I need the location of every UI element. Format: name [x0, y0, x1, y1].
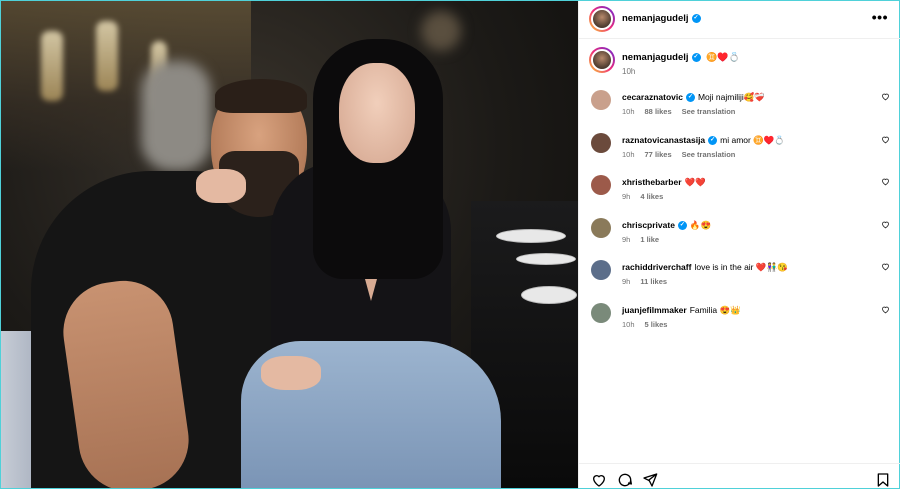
comment-line: raznatovicanastasija ✓ mi amor ♊️♥️💍 — [622, 135, 785, 146]
comment-row: rachiddriverchaff love is in the air ❤️👫😘… — [579, 258, 900, 300]
comment-line: cecaraznatovic ✓ Moji najmiliji🥰❤️‍🩹 — [622, 92, 765, 103]
caption-avatar[interactable] — [589, 47, 615, 73]
caption-username[interactable]: nemanjagudelj — [622, 52, 689, 63]
comment-meta: 9h 11 likes — [622, 277, 677, 286]
comment-line: chriscprivate ✓ 🔥😍 — [622, 220, 711, 231]
comment-text: ❤️❤️ — [684, 177, 706, 188]
bokeh-light — [96, 21, 118, 91]
comment-likes-link[interactable]: 5 likes — [645, 320, 668, 329]
commenter-username[interactable]: chriscprivate — [622, 220, 675, 230]
plate — [496, 229, 566, 243]
commenter-avatar[interactable] — [591, 217, 611, 238]
commenter-username[interactable]: xhristhebarber — [622, 177, 682, 187]
commenter-avatar[interactable] — [591, 260, 611, 281]
comment-row: cecaraznatovic ✓ Moji najmiliji🥰❤️‍🩹 10h 88 … — [579, 88, 900, 130]
commenter-username[interactable]: juanjefilmmaker — [622, 305, 687, 315]
comment-like-heart-icon[interactable] — [881, 262, 890, 271]
background-person — [141, 61, 211, 171]
comment-like-heart-icon[interactable] — [881, 220, 890, 229]
commenter-username[interactable]: raznatovicanastasija — [622, 135, 705, 145]
comment-likes-link[interactable]: 77 likes — [645, 150, 672, 159]
comment-time: 9h — [622, 277, 631, 287]
comment-time: 10h — [622, 107, 635, 116]
comment-likes-link[interactable]: 11 likes — [640, 277, 667, 286]
comment-row: juanjefilmmaker Familia 😍👑 10h 5 likes — [579, 301, 900, 343]
verified-badge-icon: ✓ — [677, 221, 687, 231]
action-bar — [579, 463, 900, 488]
author-username[interactable]: nemanjagudelj ✓ — [622, 13, 701, 24]
caption-text: ♊️♥️💍 — [706, 52, 740, 62]
verified-badge-icon: ✓ — [708, 135, 718, 145]
comment-meta: 10h 5 likes — [622, 320, 677, 329]
comment-like-heart-icon[interactable] — [881, 177, 890, 186]
comment-like-heart-icon[interactable] — [881, 92, 890, 101]
comment-text: love is in the air ❤️👫😘 — [694, 262, 788, 273]
post-header: nemanjagudelj ✓ ••• — [579, 1, 900, 39]
bookmark-icon[interactable] — [875, 472, 891, 488]
author-avatar[interactable] — [589, 6, 615, 32]
comment-text: 🔥😍 — [689, 219, 712, 230]
comment-time: 10h — [622, 320, 635, 329]
see-translation-link[interactable]: See translation — [682, 107, 736, 116]
comments-list[interactable]: nemanjagudelj ✓ ♊️♥️💍 10h cecaraznatovic ✓… — [579, 41, 900, 461]
comment-meta: 10h 77 likes See translation — [622, 150, 745, 159]
bokeh-light — [421, 11, 461, 51]
hand — [196, 169, 246, 203]
commenter-avatar[interactable] — [591, 90, 611, 110]
comment-line: juanjefilmmaker Familia 😍👑 — [622, 305, 741, 316]
comment-line: xhristhebarber ❤️❤️ — [622, 177, 706, 188]
comment-text: Moji najmiliji🥰❤️‍🩹 — [697, 92, 765, 102]
caption-time: 10h — [622, 67, 636, 76]
comment-time: 9h — [622, 234, 631, 244]
post-detail-panel: nemanjagudelj ✓ ••• nemanjagudelj ✓ ♊️♥️💍 … — [578, 1, 900, 488]
man-hair — [215, 79, 307, 113]
verified-badge-icon: ✓ — [691, 13, 701, 23]
comment-line: rachiddriverchaff love is in the air ❤️👫😘 — [622, 262, 788, 273]
comment-likes-link[interactable]: 1 like — [640, 235, 659, 244]
more-options-icon[interactable]: ••• — [872, 10, 888, 24]
commenter-avatar[interactable] — [591, 132, 611, 153]
comment-meta: 9h 4 likes — [622, 192, 673, 201]
caption-line: nemanjagudelj ✓ ♊️♥️💍 — [622, 52, 740, 63]
comment-meta: 10h 88 likes See translation — [622, 107, 745, 116]
verified-badge-icon: ✓ — [691, 53, 701, 63]
commenter-avatar[interactable] — [591, 175, 611, 196]
comment-text: Familia 😍👑 — [689, 305, 741, 315]
commenter-username[interactable]: cecaraznatovic — [622, 92, 683, 102]
comment-likes-link[interactable]: 4 likes — [640, 192, 663, 201]
comment-row: xhristhebarber ❤️❤️ 9h 4 likes — [579, 173, 900, 215]
comment-like-heart-icon[interactable] — [881, 135, 890, 144]
comment-icon[interactable] — [617, 472, 633, 488]
plate — [521, 286, 577, 304]
comment-likes-link[interactable]: 88 likes — [645, 107, 672, 116]
hand — [261, 356, 321, 390]
comment-time: 9h — [622, 192, 631, 202]
commenter-avatar[interactable] — [591, 303, 611, 323]
comment-row: chriscprivate ✓ 🔥😍 9h 1 like — [579, 216, 900, 258]
comment-meta: 9h 1 like — [622, 235, 669, 244]
plate — [516, 253, 576, 265]
commenter-username[interactable]: rachiddriverchaff — [622, 262, 691, 272]
woman-face — [339, 63, 415, 163]
bokeh-light — [41, 31, 63, 101]
post-photo[interactable] — [1, 1, 578, 488]
comment-like-heart-icon[interactable] — [881, 305, 890, 314]
verified-badge-icon: ✓ — [685, 93, 695, 103]
comment-row: raznatovicanastasija ✓ mi amor ♊️♥️💍 10h 77 … — [579, 131, 900, 173]
comment-time: 10h — [622, 149, 635, 159]
see-translation-link[interactable]: See translation — [682, 150, 736, 159]
post-caption: nemanjagudelj ✓ ♊️♥️💍 10h — [579, 41, 900, 81]
heart-outline-icon[interactable] — [591, 472, 607, 488]
send-icon[interactable] — [642, 472, 658, 488]
comment-text: mi amor ♊️♥️💍 — [720, 134, 785, 145]
